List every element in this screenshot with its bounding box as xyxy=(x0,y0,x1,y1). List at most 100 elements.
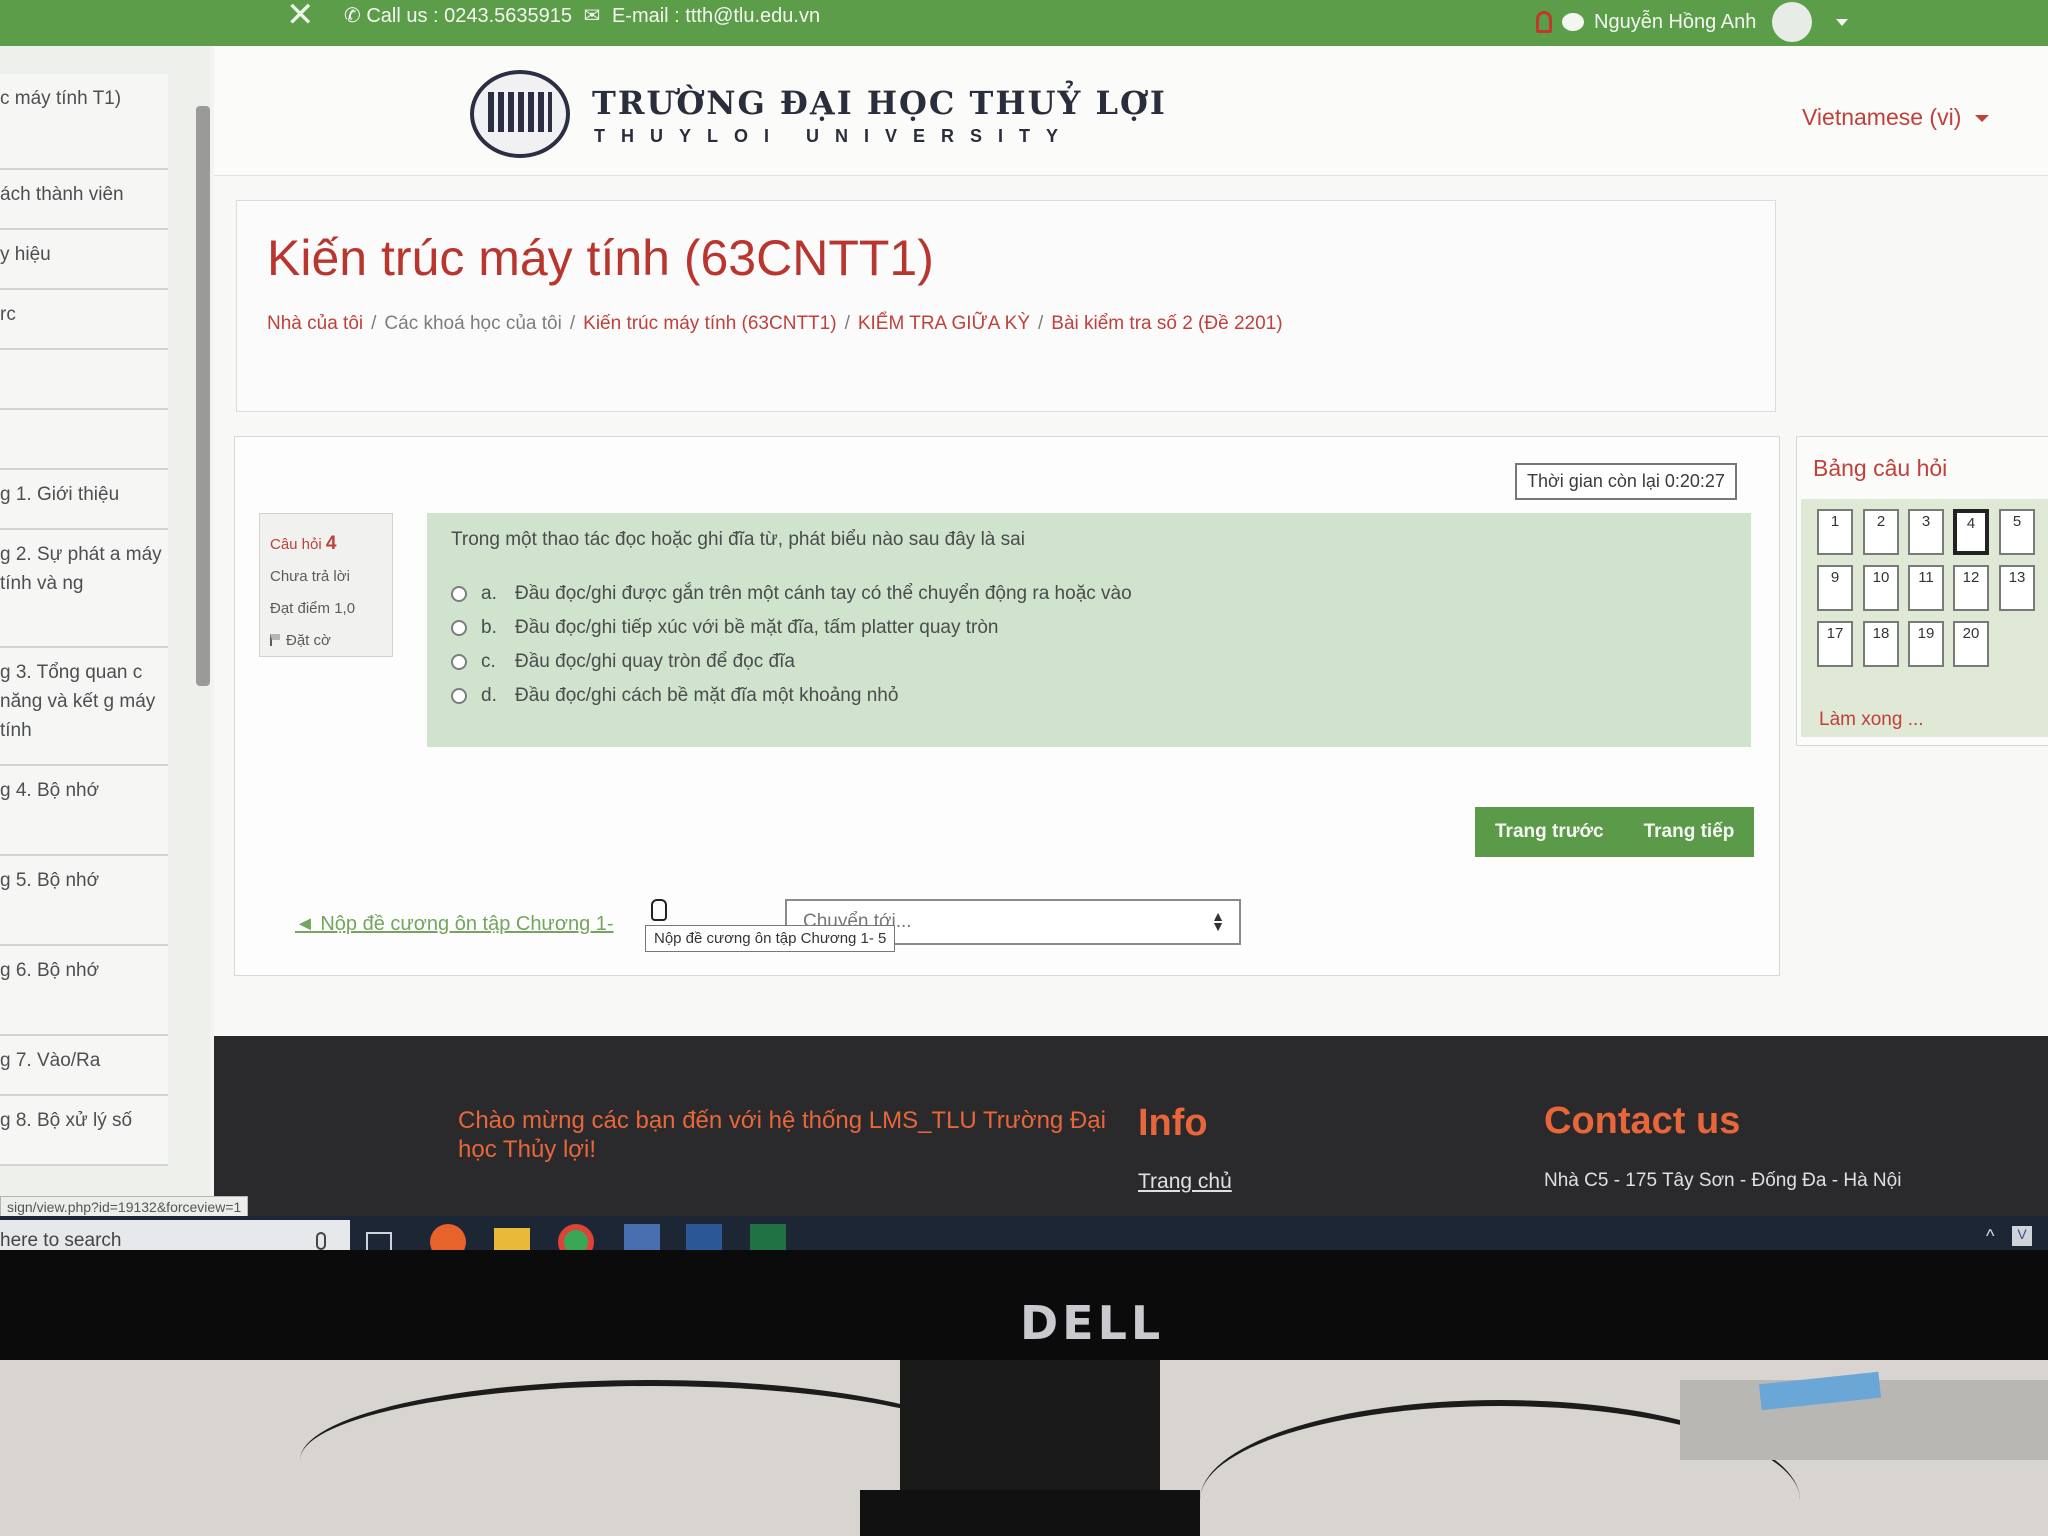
question-nav-button[interactable]: 3 xyxy=(1908,509,1944,555)
flag-label[interactable]: Đặt cờ xyxy=(286,632,331,649)
option-text[interactable]: Đầu đọc/ghi quay tròn để đọc đĩa xyxy=(515,651,795,673)
logo-subtitle: THUYLOI UNIVERSITY xyxy=(594,126,1075,146)
sidebar-item[interactable]: g 5. Bộ nhớ xyxy=(0,856,168,946)
breadcrumb-item[interactable]: Bài kiểm tra số 2 (Đề 2201) xyxy=(1051,313,1282,334)
footer-contact-title: Contact us xyxy=(1544,1100,1741,1142)
breadcrumb-separator: / xyxy=(844,313,850,334)
taskbar-search-placeholder[interactable]: here to search xyxy=(0,1230,121,1250)
dell-logo: DELL xyxy=(1020,1296,1165,1350)
sidebar-item[interactable]: rc xyxy=(0,290,168,350)
sidebar-item[interactable]: g 2. Sự phát a máy tính và ng xyxy=(0,530,168,648)
breadcrumb-item[interactable]: Các khoá học của tôi xyxy=(384,313,561,334)
excel-icon[interactable] xyxy=(750,1224,786,1250)
flag-question-button[interactable]: Đặt cờ xyxy=(270,625,382,657)
user-menu[interactable]: Nguyễn Hồng Anh xyxy=(1536,2,1849,42)
close-icon[interactable]: ✕ xyxy=(286,0,315,32)
question-info: Câu hỏi 4 Chưa trả lời Đạt điểm 1,0 Đặt … xyxy=(259,513,393,657)
question-nav-button[interactable]: 11 xyxy=(1908,565,1944,611)
question-points: Đạt điểm 1,0 xyxy=(270,600,356,617)
task-view-icon[interactable] xyxy=(366,1232,392,1250)
user-name[interactable]: Nguyễn Hồng Anh xyxy=(1594,11,1756,34)
university-logo-icon[interactable] xyxy=(470,70,570,158)
question-prompt: Trong một thao tác đọc hoặc ghi đĩa từ, … xyxy=(451,529,1025,550)
chrome-icon[interactable] xyxy=(558,1224,594,1250)
sidebar-item[interactable]: ách thành viên xyxy=(0,170,168,230)
flag-icon[interactable] xyxy=(270,634,280,646)
breadcrumb-item[interactable]: Nhà của tôi xyxy=(267,313,363,334)
question-nav-button[interactable]: 18 xyxy=(1863,621,1899,667)
notification-bell-icon[interactable] xyxy=(1536,11,1552,33)
screen: ✕ ✆ Call us : 0243.5635915 ✉ E-mail : tt… xyxy=(0,0,2048,1250)
question-nav-button[interactable]: 17 xyxy=(1817,621,1853,667)
radio-button[interactable] xyxy=(451,620,467,636)
radio-button[interactable] xyxy=(451,688,467,704)
sidebar-item[interactable]: y hiệu xyxy=(0,230,168,290)
sidebar-item[interactable]: g 6. Bộ nhớ xyxy=(0,946,168,1036)
windows-taskbar: here to search ^ V xyxy=(0,1216,2048,1250)
sidebar-item[interactable]: g 7. Vào/Ra xyxy=(0,1036,168,1096)
mail-icon: ✉ xyxy=(583,5,601,27)
question-nav-button[interactable]: 20 xyxy=(1953,621,1989,667)
option-text[interactable]: Đầu đọc/ghi cách bề mặt đĩa một khoảng n… xyxy=(515,685,898,707)
option-text[interactable]: Đầu đọc/ghi tiếp xúc với bề mặt đĩa, tấm… xyxy=(515,617,999,639)
chevron-down-icon[interactable] xyxy=(1836,18,1849,26)
sidebar-item[interactable]: g 3. Tổng quan c năng và kết g máy tính xyxy=(0,648,168,766)
app-icon[interactable] xyxy=(624,1224,660,1250)
sidebar-item[interactable]: g 1. Giới thiệu xyxy=(0,470,168,530)
tray-chevron-up-icon[interactable]: ^ xyxy=(1986,1226,1994,1247)
sidebar-item[interactable]: c máy tính T1) xyxy=(0,74,168,170)
logo-title[interactable]: TRƯỜNG ĐẠI HỌC THUỶ LỢI xyxy=(592,84,1167,122)
breadcrumb-item[interactable]: Kiến trúc máy tính (63CNTT1) xyxy=(583,313,836,334)
language-label[interactable]: Vietnamese (vi) xyxy=(1802,104,1961,130)
word-icon[interactable] xyxy=(686,1224,722,1250)
footer-address: Nhà C5 - 175 Tây Sơn - Đống Đa - Hà Nội xyxy=(1544,1170,1902,1191)
prev-activity-link[interactable]: ◄ Nộp đề cương ôn tập Chương 1- xyxy=(295,913,614,936)
firefox-icon[interactable] xyxy=(430,1224,466,1250)
question-nav-button[interactable]: 19 xyxy=(1908,621,1944,667)
answer-option[interactable]: d. Đầu đọc/ghi cách bề mặt đĩa một khoản… xyxy=(451,679,1727,713)
site-footer: Chào mừng các bạn đến với hệ thống LMS_T… xyxy=(214,1036,2048,1216)
question-nav-button[interactable]: 13 xyxy=(1999,565,2035,611)
prev-page-button[interactable]: Trang trước xyxy=(1495,821,1604,843)
question-nav-button[interactable]: 1 xyxy=(1817,509,1853,555)
radio-button[interactable] xyxy=(451,654,467,670)
footer-home-link[interactable]: Trang chủ xyxy=(1138,1170,1232,1194)
sidebar-item[interactable]: g 8. Bộ xử lý số xyxy=(0,1096,168,1166)
question-nav-title: Bảng câu hỏi xyxy=(1813,455,1948,481)
language-selector[interactable]: Vietnamese (vi) xyxy=(1802,104,1990,131)
breadcrumb-separator: / xyxy=(371,313,377,334)
chevron-down-icon[interactable] xyxy=(1975,115,1990,123)
question-number: Câu hỏi 4 xyxy=(270,528,382,561)
microphone-icon[interactable] xyxy=(316,1232,326,1250)
messages-icon[interactable] xyxy=(1562,13,1584,31)
question-nav-button[interactable]: 10 xyxy=(1863,565,1899,611)
question-body: Trong một thao tác đọc hoặc ghi đĩa từ, … xyxy=(427,513,1751,747)
sidebar-scrollbar[interactable] xyxy=(196,106,210,686)
option-text[interactable]: Đầu đọc/ghi được gắn trên một cánh tay c… xyxy=(515,583,1132,605)
sidebar-item[interactable] xyxy=(0,350,168,410)
question-navigation-panel: Bảng câu hỏi 1 2 3 4 5 9 10 11 12 13 17 … xyxy=(1796,436,2048,746)
sidebar-item[interactable] xyxy=(0,410,168,470)
file-explorer-icon[interactable] xyxy=(494,1228,530,1250)
question-nav-button-current[interactable]: 4 xyxy=(1953,509,1989,555)
sidebar-item[interactable]: g 4. Bộ nhớ xyxy=(0,766,168,856)
taskbar-search[interactable]: here to search xyxy=(0,1220,350,1250)
breadcrumb-separator: / xyxy=(569,313,576,334)
mouse-cursor-icon xyxy=(651,899,667,921)
question-nav-button[interactable]: 9 xyxy=(1817,565,1853,611)
status-bar-url: sign/view.php?id=19132&forceview=1 xyxy=(0,1196,249,1218)
answer-option[interactable]: a. Đầu đọc/ghi được gắn trên một cánh ta… xyxy=(451,577,1727,611)
tray-app-icon[interactable]: V xyxy=(2012,1226,2032,1246)
breadcrumb-item[interactable]: KIỂM TRA GIỮA KỲ xyxy=(858,313,1030,334)
question-nav-button[interactable]: 2 xyxy=(1863,509,1899,555)
answer-option[interactable]: b. Đầu đọc/ghi tiếp xúc với bề mặt đĩa, … xyxy=(451,611,1727,645)
radio-button[interactable] xyxy=(451,586,467,602)
question-nav-button[interactable]: 12 xyxy=(1953,565,1989,611)
next-page-button[interactable]: Trang tiếp xyxy=(1644,821,1735,843)
question-nav-button[interactable]: 5 xyxy=(1999,509,2035,555)
avatar[interactable] xyxy=(1772,2,1813,42)
monitor-stand-base xyxy=(860,1490,1200,1536)
finish-attempt-link[interactable]: Làm xong ... xyxy=(1819,709,1924,731)
answer-option[interactable]: c. Đầu đọc/ghi quay tròn để đọc đĩa xyxy=(451,645,1727,679)
select-arrows-icon[interactable]: ▲ ▼ xyxy=(1211,909,1225,933)
